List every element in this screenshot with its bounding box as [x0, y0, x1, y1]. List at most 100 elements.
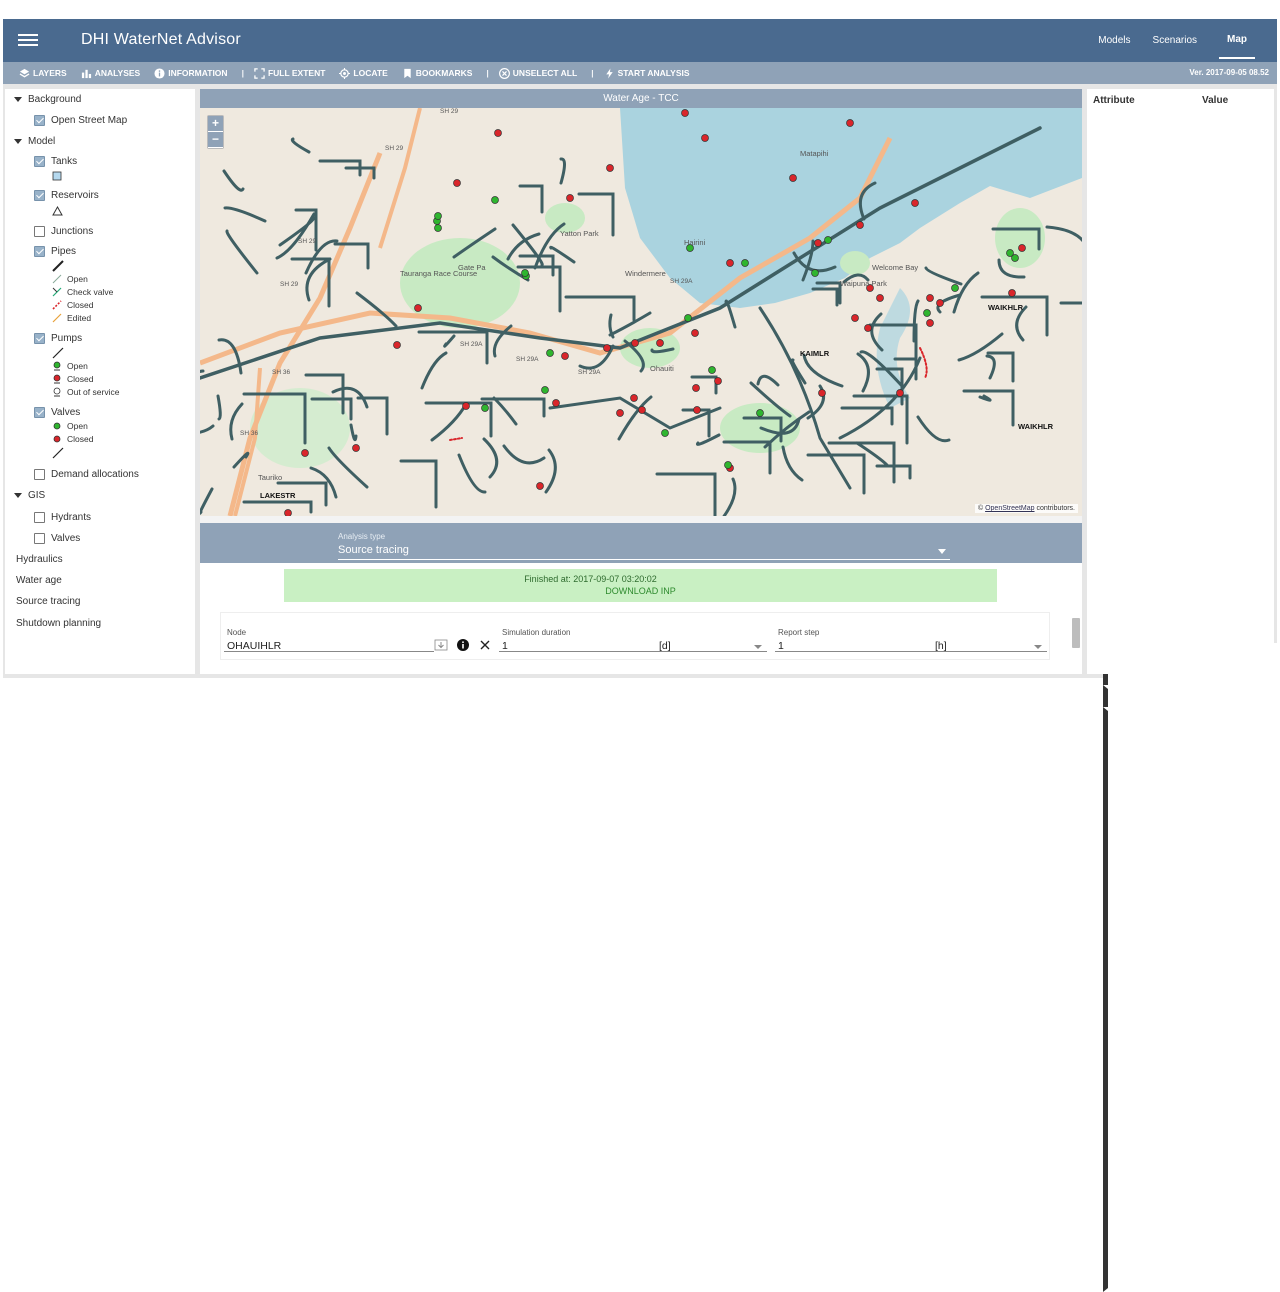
open-valve-marker[interactable] [546, 349, 554, 357]
closed-valve-marker[interactable] [714, 377, 722, 385]
closed-valve-marker[interactable] [846, 119, 854, 127]
open-valve-marker[interactable] [684, 314, 692, 322]
checkbox[interactable] [34, 115, 45, 126]
group-gis[interactable]: GIS [14, 490, 45, 501]
layer-demand-allocations[interactable]: Demand allocations [34, 469, 139, 480]
locate-button[interactable]: LOCATE [339, 67, 388, 79]
closed-valve-marker[interactable] [864, 324, 872, 332]
layer-tanks[interactable]: Tanks [34, 156, 77, 167]
open-valve-marker[interactable] [541, 386, 549, 394]
open-valve-marker[interactable] [756, 409, 764, 417]
simulation-duration-field[interactable]: Simulation duration 1 [d] [499, 624, 767, 654]
closed-valve-marker[interactable] [462, 402, 470, 410]
group-background[interactable]: Background [14, 94, 81, 105]
info-icon[interactable] [457, 639, 469, 651]
closed-valve-marker[interactable] [1018, 244, 1026, 252]
checkbox[interactable] [34, 469, 45, 480]
zoom-out-button[interactable]: − [208, 132, 223, 148]
closed-valve-marker[interactable] [693, 406, 701, 414]
group-source-tracing[interactable]: Source tracing [16, 596, 1280, 1270]
unselect-all-button[interactable]: UNSELECT ALL [498, 67, 577, 79]
start-analysis-button[interactable]: START ANALYSIS [604, 67, 690, 79]
checkbox[interactable] [34, 333, 45, 344]
group-shutdown-planning[interactable]: Shutdown planning [16, 618, 1280, 1292]
nav-models[interactable]: Models [1098, 23, 1130, 58]
layer-pumps[interactable]: Pumps [34, 333, 82, 344]
closed-valve-marker[interactable] [561, 352, 569, 360]
open-valve-marker[interactable] [521, 269, 529, 277]
closed-valve-marker[interactable] [536, 482, 544, 490]
closed-valve-marker[interactable] [393, 341, 401, 349]
closed-valve-marker[interactable] [876, 294, 884, 302]
closed-valve-marker[interactable] [616, 409, 624, 417]
closed-valve-marker[interactable] [851, 314, 859, 322]
closed-valve-marker[interactable] [301, 449, 309, 457]
report-step-field[interactable]: Report step 1 [h] [775, 624, 1047, 654]
closed-valve-marker[interactable] [726, 259, 734, 267]
information-button[interactable]: INFORMATION [154, 67, 228, 79]
closed-valve-marker[interactable] [701, 134, 709, 142]
open-valve-marker[interactable] [661, 429, 669, 437]
dropdown-arrow-icon[interactable] [754, 645, 762, 649]
analyses-button[interactable]: ANALYSES [81, 68, 140, 79]
closed-valve-marker[interactable] [911, 199, 919, 207]
open-valve-marker[interactable] [708, 366, 716, 374]
analysis-type-select[interactable]: Source tracing [338, 544, 950, 560]
closed-valve-marker[interactable] [818, 389, 826, 397]
open-valve-marker[interactable] [824, 236, 832, 244]
checkbox[interactable] [34, 246, 45, 257]
closed-valve-marker[interactable] [896, 389, 904, 397]
closed-valve-marker[interactable] [414, 304, 422, 312]
closed-valve-marker[interactable] [606, 164, 614, 172]
zoom-in-button[interactable]: + [208, 116, 223, 132]
closed-valve-marker[interactable] [856, 221, 864, 229]
checkbox[interactable] [34, 226, 45, 237]
open-valve-marker[interactable] [1011, 254, 1019, 262]
layer-reservoirs[interactable]: Reservoirs [34, 190, 99, 201]
closed-valve-marker[interactable] [692, 384, 700, 392]
open-valve-marker[interactable] [741, 259, 749, 267]
bookmarks-button[interactable]: BOOKMARKS [402, 68, 472, 79]
osm-link[interactable]: OpenStreetMap [985, 505, 1034, 512]
closed-valve-marker[interactable] [926, 319, 934, 327]
checkbox[interactable] [34, 512, 45, 523]
layer-hydrants[interactable]: Hydrants [34, 512, 91, 523]
open-valve-marker[interactable] [434, 212, 442, 220]
scrollbar-thumb[interactable] [1072, 618, 1080, 648]
group-hydraulics[interactable]: Hydraulics [16, 554, 1280, 1228]
closed-valve-marker[interactable] [352, 444, 360, 452]
panel-scrollbar[interactable] [1072, 610, 1080, 670]
checkbox[interactable] [34, 190, 45, 201]
dropdown-arrow-icon[interactable] [1034, 645, 1042, 649]
download-inp-button[interactable]: DOWNLOAD INP [284, 586, 997, 596]
node-field[interactable]: Node OHAUIHLR [224, 624, 490, 654]
closed-valve-marker[interactable] [638, 406, 646, 414]
layer-junctions[interactable]: Junctions [34, 226, 93, 237]
closed-valve-marker[interactable] [552, 399, 560, 407]
layer-valves[interactable]: Valves [34, 407, 80, 418]
closed-valve-marker[interactable] [926, 294, 934, 302]
map-canvas[interactable]: SH 29 SH 29 SH 29 SH 29 SH 29A SH 29A SH 29A SH… [200, 108, 1082, 516]
clear-icon[interactable] [479, 639, 491, 651]
open-valve-marker[interactable] [724, 461, 732, 469]
group-model[interactable]: Model [14, 136, 55, 147]
closed-valve-marker[interactable] [681, 109, 689, 117]
open-valve-marker[interactable] [951, 284, 959, 292]
layer-gis-valves[interactable]: Valves [34, 533, 80, 544]
closed-valve-marker[interactable] [1008, 289, 1016, 297]
closed-valve-marker[interactable] [814, 239, 822, 247]
layer-pipes[interactable]: Pipes [34, 246, 76, 257]
hamburger-menu-icon[interactable] [18, 31, 38, 49]
map-view[interactable]: SH 29 SH 29 SH 29 SH 29 SH 29A SH 29A SH 29A SH… [200, 108, 1082, 516]
group-water-age[interactable]: Water age [16, 575, 1280, 1249]
checkbox[interactable] [34, 156, 45, 167]
closed-valve-marker[interactable] [566, 194, 574, 202]
checkbox[interactable] [34, 407, 45, 418]
nav-map[interactable]: Map [1219, 22, 1255, 59]
full-extent-button[interactable]: FULL EXTENT [254, 67, 325, 79]
layers-button[interactable]: LAYERS [19, 68, 67, 79]
closed-valve-marker[interactable] [631, 339, 639, 347]
closed-valve-marker[interactable] [630, 394, 638, 402]
closed-valve-marker[interactable] [656, 339, 664, 347]
layer-osm[interactable]: Open Street Map [34, 115, 127, 126]
